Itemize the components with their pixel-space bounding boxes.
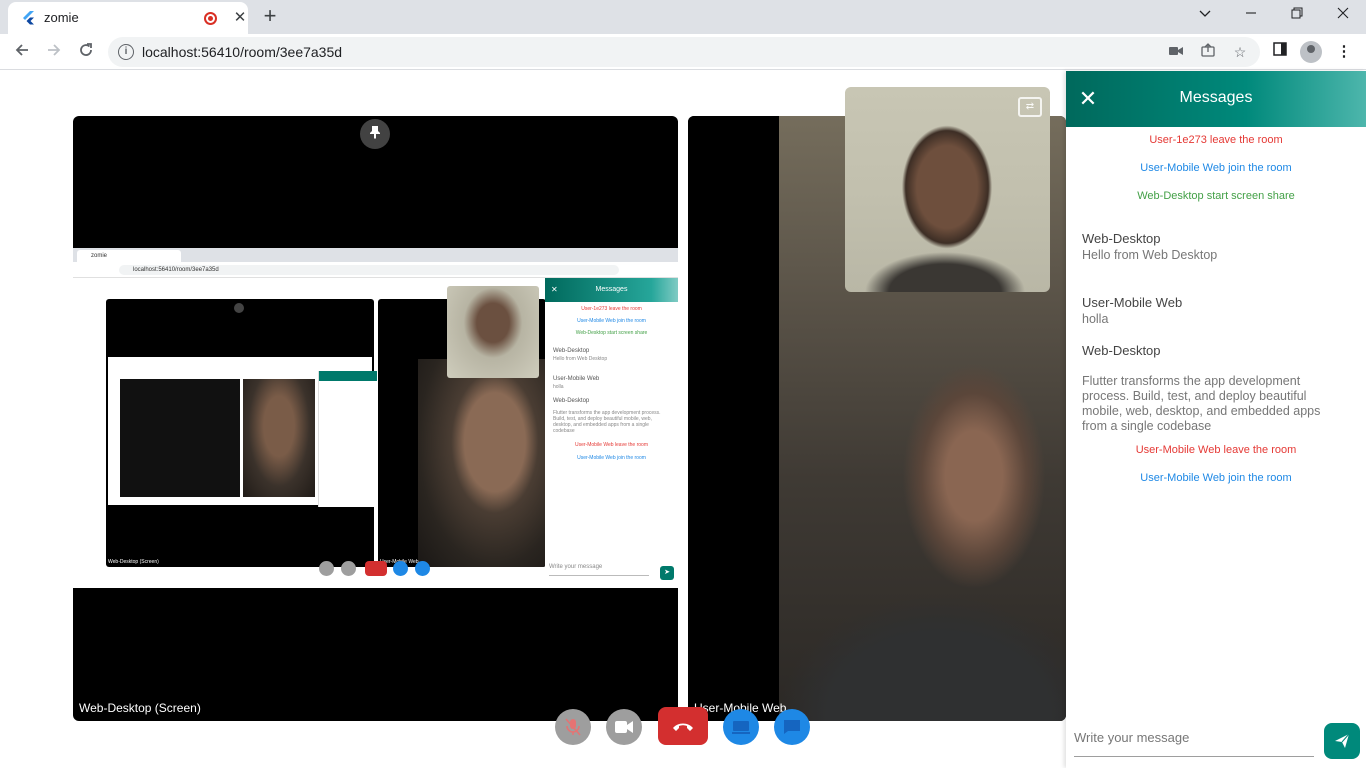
nested-tab: zomie [77, 250, 181, 262]
flutter-logo-icon [23, 11, 34, 25]
nested-message-input: Write your message [549, 564, 649, 576]
nested-panel-title: Messages [595, 286, 628, 293]
nested-message: Hello from Web Desktop [553, 356, 608, 362]
minimize-icon[interactable] [1228, 0, 1274, 34]
nested-message: holla [553, 384, 564, 390]
nested-event: User-1e273 leave the room [581, 306, 642, 312]
tab-title: zomie [44, 10, 79, 25]
pin-icon[interactable] [360, 119, 390, 149]
camera-toggle-button[interactable] [606, 709, 642, 745]
nested-messages-panel: ✕ Messages User-1e273 leave the room Use… [545, 278, 678, 588]
send-icon [1334, 733, 1350, 753]
nested-sender: Web-Desktop [553, 348, 590, 354]
nested-tab-strip: zomie [73, 248, 678, 262]
nested-event: User-Mobile Web join the room [577, 455, 646, 461]
nested-self-view [447, 286, 539, 378]
message-sender: User-Mobile Web [1082, 295, 1183, 310]
nested-toolbar: localhost:56410/room/3ee7a35d [73, 262, 678, 278]
mute-button[interactable] [555, 709, 591, 745]
nested-controls [319, 561, 439, 577]
switch-view-icon[interactable]: ⇄ [1018, 97, 1042, 117]
system-event: User-Mobile Web join the room [1140, 162, 1292, 174]
nested-mic-icon [319, 561, 334, 576]
system-event: User-Mobile Web leave the room [1135, 444, 1297, 456]
mic-off-icon [565, 718, 581, 740]
browser-tab-strip: zomie ✕ + [0, 0, 1366, 34]
send-button[interactable] [1324, 723, 1360, 759]
nested-inner-camera [243, 379, 315, 497]
message-input[interactable] [1074, 721, 1314, 753]
sidepanel-icon[interactable] [1268, 40, 1292, 64]
nested-inner-panel [318, 371, 377, 507]
share-icon[interactable] [1198, 42, 1218, 62]
nested-inner-share [108, 357, 377, 507]
message-text: holla [1082, 312, 1109, 326]
nested-call-end-icon [365, 561, 387, 576]
screen-tile-label: Web-Desktop (Screen) [79, 701, 201, 715]
close-icon[interactable] [1320, 0, 1366, 34]
nested-event: User-Mobile Web leave the room [575, 442, 648, 448]
nested-event: Web-Desktop start screen share [575, 330, 648, 336]
message-text: Flutter transforms the app development p… [1082, 374, 1321, 433]
nested-event: User-Mobile Web join the room [577, 318, 646, 324]
address-bar[interactable]: i localhost:56410/room/3ee7a35d ☆ [108, 37, 1260, 67]
recording-icon [204, 12, 217, 25]
shared-screen-content: zomie localhost:56410/room/3ee7a35d Web-… [73, 248, 678, 588]
nested-message: Flutter transforms the app development p… [553, 410, 661, 434]
nested-sender: Web-Desktop [553, 398, 590, 404]
chat-icon [783, 720, 801, 739]
messages-header: ✕ Messages [1066, 71, 1366, 127]
tab-close-button[interactable]: ✕ [230, 8, 250, 28]
nested-url: localhost:56410/room/3ee7a35d [119, 265, 619, 275]
system-event: User-1e273 leave the room [1149, 134, 1283, 146]
nested-panel-header: ✕ Messages [545, 278, 678, 302]
camera-icon[interactable] [1166, 42, 1186, 62]
nested-screen-tile: Web-Desktop (Screen) [106, 299, 377, 567]
back-icon[interactable] [8, 38, 36, 66]
messages-panel: ✕ Messages User-1e273 leave the room Use… [1066, 71, 1366, 768]
chat-button[interactable] [774, 709, 810, 745]
screen-share-button[interactable] [723, 709, 759, 745]
meeting-room: zomie localhost:56410/room/3ee7a35d Web-… [0, 71, 1366, 768]
message-sender: Web-Desktop [1082, 343, 1161, 358]
self-view-video[interactable]: ⇄ [845, 87, 1050, 292]
url-text: localhost:56410/room/3ee7a35d [142, 44, 343, 60]
nested-screen-label: Web-Desktop (Screen) [108, 559, 159, 565]
nested-chat-icon [415, 561, 430, 576]
message-text: Hello from Web Desktop [1082, 248, 1218, 262]
forward-icon[interactable] [40, 38, 68, 66]
nested-send-icon: ➤ [660, 566, 674, 580]
message-input-wrapper [1074, 721, 1314, 757]
browser-toolbar: i localhost:56410/room/3ee7a35d ☆ ⋮ [0, 34, 1366, 70]
star-icon[interactable]: ☆ [1230, 42, 1250, 62]
screen-share-icon [732, 721, 750, 738]
nested-sender: User-Mobile Web [553, 376, 600, 382]
new-tab-button[interactable]: + [258, 4, 282, 28]
end-call-button[interactable] [658, 707, 708, 745]
call-end-icon [672, 716, 694, 736]
chevron-down-icon[interactable] [1182, 0, 1228, 34]
nested-camera-icon [341, 561, 356, 576]
nested-inner-black [120, 379, 240, 497]
browser-tab[interactable]: zomie ✕ [8, 2, 248, 34]
menu-icon[interactable]: ⋮ [1332, 40, 1356, 64]
nested-camera-video [418, 359, 546, 567]
messages-title: Messages [1179, 89, 1253, 106]
reload-icon[interactable] [72, 38, 100, 66]
nested-pin-icon [234, 303, 244, 313]
message-sender: Web-Desktop [1082, 231, 1161, 246]
camera-letterbox [688, 116, 779, 721]
info-icon[interactable]: i [118, 44, 134, 60]
system-event: Web-Desktop start screen share [1137, 190, 1295, 202]
screen-share-tile[interactable]: zomie localhost:56410/room/3ee7a35d Web-… [73, 116, 678, 721]
videocam-icon [615, 721, 633, 738]
nested-screen-share-icon [393, 561, 408, 576]
restore-icon[interactable] [1274, 0, 1320, 34]
nested-close-icon: ✕ [551, 285, 558, 294]
system-event: User-Mobile Web join the room [1140, 472, 1292, 484]
profile-icon[interactable] [1300, 41, 1322, 63]
